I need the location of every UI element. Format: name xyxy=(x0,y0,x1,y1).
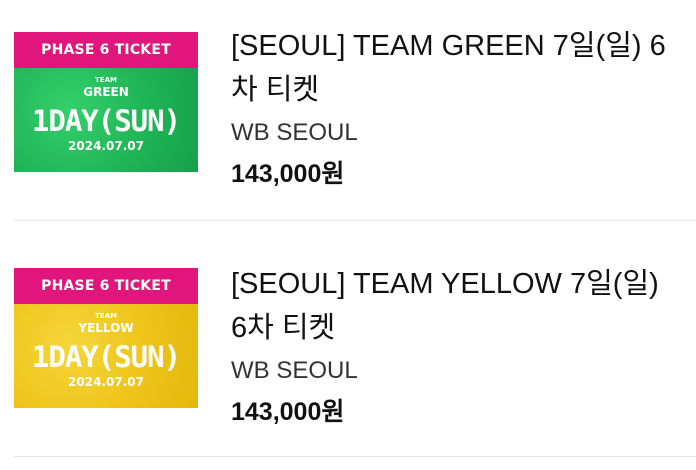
thumbnail-body: TEAM GREEN 1DAY(SUN) 2024.07.07 xyxy=(14,68,198,172)
thumbnail-team: TEAM xyxy=(95,312,117,320)
product-price: 143,000원 xyxy=(231,398,345,426)
product-title[interactable]: [SEOUL] TEAM GREEN 7일(일) 6차 티켓 xyxy=(231,24,676,112)
product-item-green[interactable]: PHASE 6 TICKET TEAM GREEN 1DAY(SUN) 2024… xyxy=(0,0,696,232)
product-item-yellow[interactable]: PHASE 6 TICKET TEAM YELLOW 1DAY(SUN) 202… xyxy=(0,238,696,470)
thumbnail-team: TEAM xyxy=(95,76,117,84)
thumbnail-day: 1DAY(SUN) xyxy=(31,104,181,138)
product-thumbnail[interactable]: PHASE 6 TICKET TEAM GREEN 1DAY(SUN) 2024… xyxy=(14,32,198,172)
product-info: [SEOUL] TEAM YELLOW 7일(일) 6차 티켓 WB SEOUL… xyxy=(231,262,676,428)
thumbnail-team-name: GREEN xyxy=(83,85,129,99)
thumbnail-header: PHASE 6 TICKET xyxy=(14,268,198,304)
thumbnail-body: TEAM YELLOW 1DAY(SUN) 2024.07.07 xyxy=(14,304,198,408)
product-info: [SEOUL] TEAM GREEN 7일(일) 6차 티켓 WB SEOUL … xyxy=(231,24,676,190)
product-venue: WB SEOUL xyxy=(231,357,358,384)
thumbnail-header: PHASE 6 TICKET xyxy=(14,32,198,68)
thumbnail-day: 1DAY(SUN) xyxy=(31,340,181,374)
product-venue: WB SEOUL xyxy=(231,119,358,146)
thumbnail-date: 2024.07.07 xyxy=(68,375,144,389)
thumbnail-team-name: YELLOW xyxy=(78,321,134,335)
product-title[interactable]: [SEOUL] TEAM YELLOW 7일(일) 6차 티켓 xyxy=(231,262,676,350)
divider xyxy=(14,220,696,221)
thumbnail-date: 2024.07.07 xyxy=(68,139,144,153)
product-price: 143,000원 xyxy=(231,160,345,188)
divider xyxy=(14,456,696,457)
product-thumbnail[interactable]: PHASE 6 TICKET TEAM YELLOW 1DAY(SUN) 202… xyxy=(14,268,198,408)
